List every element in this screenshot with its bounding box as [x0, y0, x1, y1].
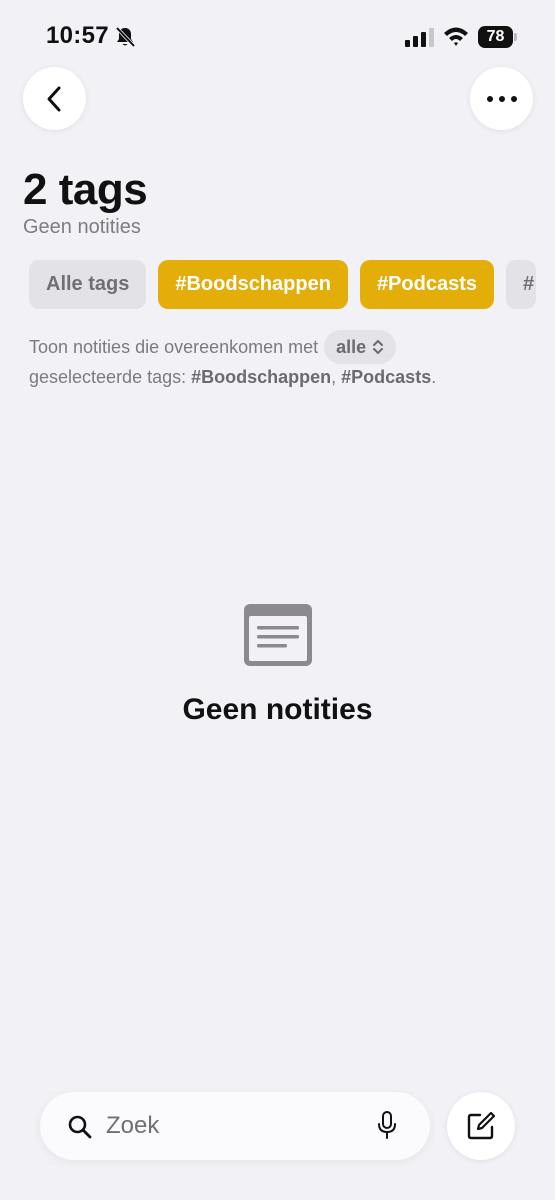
signal-icon: [405, 28, 434, 47]
ellipsis-icon: [486, 95, 517, 102]
match-mode-selector[interactable]: alle: [324, 330, 397, 364]
search-input[interactable]: [106, 1106, 356, 1146]
more-button[interactable]: [470, 67, 533, 130]
battery-tip: [514, 33, 517, 41]
filter-description: Toon notities die overeenkomen met alle: [29, 330, 397, 364]
page-subtitle: Geen notities: [23, 216, 141, 238]
search-bar[interactable]: [40, 1092, 430, 1160]
filter-suffix: .: [431, 367, 437, 387]
match-mode-label: alle: [336, 336, 367, 357]
filter-line2-prefix: geselecteerde tags:: [29, 367, 192, 387]
chip-all-tags[interactable]: Alle tags: [29, 260, 147, 309]
battery-icon: 78: [478, 26, 518, 48]
chevron-left-icon: [47, 86, 60, 111]
compose-button[interactable]: [447, 1092, 515, 1160]
empty-state-text: Geen notities: [182, 693, 373, 726]
mic-icon[interactable]: [376, 1111, 398, 1141]
chip-podcasts[interactable]: #Podcasts: [359, 260, 494, 309]
search-icon: [68, 1115, 92, 1139]
wifi-icon: [444, 27, 468, 46]
chevron-up-down-icon: [373, 340, 384, 354]
bell-slash-icon: [115, 26, 136, 48]
back-button[interactable]: [23, 67, 86, 130]
chip-partial[interactable]: #: [506, 260, 536, 309]
note-icon: [244, 604, 312, 666]
filter-prefix: Toon notities die overeenkomen met: [29, 336, 319, 357]
screen: 10:57 78 2 tags Geen notities Alle tags …: [0, 0, 555, 1200]
chip-boodschappen[interactable]: #Boodschappen: [158, 260, 348, 309]
status-bar: 10:57 78: [0, 0, 555, 70]
page-title: 2 tags: [23, 165, 148, 214]
compose-icon: [467, 1111, 496, 1140]
status-time: 10:57: [46, 22, 109, 49]
filter-tag-2: #Podcasts: [341, 367, 432, 387]
filter-separator: ,: [331, 367, 342, 387]
filter-tag-1: #Boodschappen: [191, 367, 332, 387]
filter-description-tags: geselecteerde tags: #Boodschappen, #Podc…: [29, 367, 436, 388]
tag-chip-row: Alle tags #Boodschappen #Podcasts #: [29, 260, 536, 309]
battery-level: 78: [478, 26, 513, 48]
